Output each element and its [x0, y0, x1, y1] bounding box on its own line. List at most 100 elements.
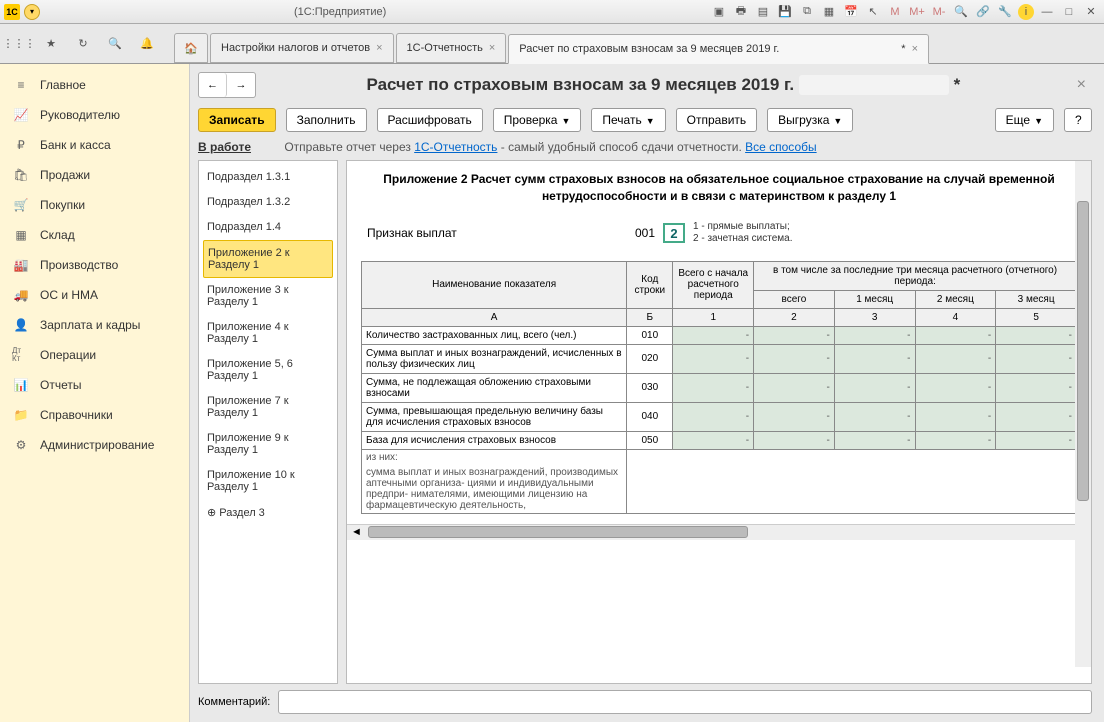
sidebar-item-salary[interactable]: 👤Зарплата и кадры [0, 310, 189, 340]
close-icon[interactable]: × [376, 42, 382, 54]
cursor-icon[interactable]: ↖ [864, 4, 882, 20]
save-button[interactable]: Записать [198, 108, 276, 132]
close-icon[interactable]: × [489, 42, 495, 54]
th-name: Наименование показателя [362, 261, 627, 308]
close-icon[interactable]: ✕ [1082, 4, 1100, 20]
link-all-ways[interactable]: Все способы [745, 140, 817, 154]
sidebar-item-manager[interactable]: 📈Руководителю [0, 100, 189, 130]
tab-tax-settings[interactable]: Настройки налогов и отчетов× [210, 33, 394, 63]
more-button[interactable]: Еще▼ [995, 108, 1054, 132]
comment-label: Комментарий: [198, 696, 270, 708]
save-icon[interactable]: 💾 [776, 4, 794, 20]
tool-icon[interactable]: 🔧 [996, 4, 1014, 20]
document-icon[interactable]: ▤ [754, 4, 772, 20]
scrollbar-horizontal[interactable]: ◄ [347, 524, 1091, 540]
table-row: Сумма выплат и иных вознаграждений, исчи… [362, 344, 1077, 373]
history-icon[interactable]: ↻ [70, 30, 96, 58]
chart-icon: 📈 [12, 108, 30, 122]
tree-node[interactable]: Подраздел 1.3.2 [203, 190, 333, 215]
tree-node[interactable]: ⊕ Раздел 3 [203, 500, 333, 526]
payment-sign-row: Признак выплат 001 2 1 - прямые выплаты;… [361, 215, 1077, 251]
bag-icon: 🛍 [12, 168, 30, 182]
star-icon[interactable]: ★ [38, 30, 64, 58]
th-code: Код строки [627, 261, 673, 308]
mplus-btn[interactable]: M+ [908, 4, 926, 20]
minimize-icon[interactable]: — [1038, 4, 1056, 20]
info-icon[interactable]: i [1018, 4, 1034, 20]
menu-icon: ≡ [12, 78, 30, 92]
sign-label: Признак выплат [367, 226, 617, 240]
close-icon[interactable]: × [912, 43, 918, 55]
tree-node[interactable]: Подраздел 1.3.1 [203, 165, 333, 190]
fill-button[interactable]: Заполнить [286, 108, 367, 132]
th-last3: в том числе за последние три месяца расч… [754, 261, 1077, 290]
apps-icon[interactable]: ⋮⋮⋮ [6, 30, 32, 58]
sign-input[interactable]: 2 [663, 223, 685, 243]
print-button[interactable]: Печать▼ [591, 108, 665, 132]
sidebar-item-purchases[interactable]: 🛒Покупки [0, 190, 189, 220]
tree-node[interactable]: Приложение 10 к Разделу 1 [203, 463, 333, 500]
tab-reporting[interactable]: 1С-Отчетность× [396, 33, 507, 63]
forward-button[interactable]: → [227, 73, 255, 97]
decode-button[interactable]: Расшифровать [377, 108, 483, 132]
sidebar-item-main[interactable]: ≡Главное [0, 70, 189, 100]
tree-node[interactable]: Приложение 3 к Разделу 1 [203, 278, 333, 315]
bell-icon[interactable]: 🔔 [134, 30, 160, 58]
tree-node[interactable]: Приложение 4 к Разделу 1 [203, 315, 333, 352]
print-icon[interactable]: 🖶 [732, 4, 750, 20]
bars-icon: 📊 [12, 378, 30, 392]
check-button[interactable]: Проверка▼ [493, 108, 582, 132]
table-row: Сумма, превышающая предельную величину б… [362, 402, 1077, 431]
sidebar-item-admin[interactable]: ⚙Администрирование [0, 430, 189, 460]
tree-node[interactable]: Подраздел 1.4 [203, 215, 333, 240]
status-label[interactable]: В работе [198, 140, 251, 154]
comment-row: Комментарий: [198, 690, 1092, 714]
sidebar-item-bank[interactable]: ₽Банк и касса [0, 130, 189, 160]
back-button[interactable]: ← [199, 73, 227, 97]
window-title: (1С:Предприятие) [44, 6, 706, 18]
page-title: Расчет по страховым взносам за 9 месяцев… [264, 75, 1063, 95]
table-row: База для исчисления страховых взносов050… [362, 431, 1077, 449]
app-logo: 1C [4, 4, 20, 20]
section-tree[interactable]: Подраздел 1.3.1 Подраздел 1.3.2 Подразде… [198, 160, 338, 684]
ruble-icon: ₽ [12, 138, 30, 152]
sidebar-item-warehouse[interactable]: ▦Склад [0, 220, 189, 250]
sidebar-item-refs[interactable]: 📁Справочники [0, 400, 189, 430]
gear-icon: ⚙ [12, 438, 30, 452]
link-icon[interactable]: 🔗 [974, 4, 992, 20]
sidebar-item-reports[interactable]: 📊Отчеты [0, 370, 189, 400]
tree-node[interactable]: Приложение 5, 6 Разделу 1 [203, 352, 333, 389]
maximize-icon[interactable]: □ [1060, 4, 1078, 20]
send-button[interactable]: Отправить [676, 108, 758, 132]
zoom-icon[interactable]: 🔍 [952, 4, 970, 20]
m-btn[interactable]: M [886, 4, 904, 20]
comment-input[interactable] [278, 690, 1092, 714]
toolbar-icon[interactable]: ▣ [710, 4, 728, 20]
tab-insurance-calc[interactable]: Расчет по страховым взносам за 9 месяцев… [508, 34, 929, 64]
tree-node-selected[interactable]: Приложение 2 к Разделу 1 [203, 240, 333, 278]
export-button[interactable]: Выгрузка▼ [767, 108, 853, 132]
sidebar-item-sales[interactable]: 🛍Продажи [0, 160, 189, 190]
mminus-btn[interactable]: M- [930, 4, 948, 20]
search-icon[interactable]: 🔍 [102, 30, 128, 58]
sidebar-item-operations[interactable]: Дт КтОперации [0, 340, 189, 370]
sidebar-item-assets[interactable]: 🚚ОС и НМА [0, 280, 189, 310]
link-1c-report[interactable]: 1С-Отчетность [414, 140, 497, 154]
copy-icon[interactable]: ⧉ [798, 4, 816, 20]
main-panel: ← → Расчет по страховым взносам за 9 мес… [190, 64, 1104, 722]
folder-icon: 📁 [12, 408, 30, 422]
sign-description: 1 - прямые выплаты;2 - зачетная система. [693, 221, 793, 245]
scrollbar-vertical[interactable] [1075, 161, 1091, 667]
cart-icon: 🛒 [12, 198, 30, 212]
dropdown-icon[interactable]: ▾ [24, 4, 40, 20]
help-button[interactable]: ? [1064, 108, 1092, 132]
calc-icon[interactable]: ▦ [820, 4, 838, 20]
home-tab[interactable]: 🏠 [174, 33, 208, 63]
tree-node[interactable]: Приложение 7 к Разделу 1 [203, 389, 333, 426]
person-icon: 👤 [12, 318, 30, 332]
page-close-icon[interactable]: × [1071, 76, 1092, 94]
sidebar-item-production[interactable]: 🏭Производство [0, 250, 189, 280]
calendar-icon[interactable]: 📅 [842, 4, 860, 20]
tree-node[interactable]: Приложение 9 к Разделу 1 [203, 426, 333, 463]
note-line: сумма выплат и иных вознаграждений, прои… [362, 465, 627, 514]
